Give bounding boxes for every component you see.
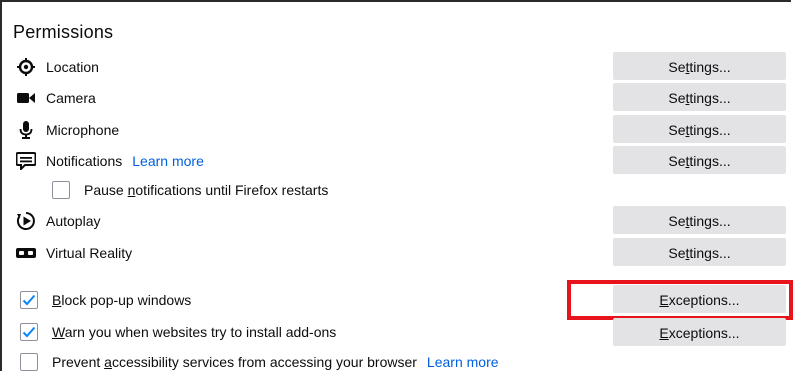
red-highlight-box	[567, 280, 793, 320]
pause-notifications-checkbox[interactable]	[52, 181, 70, 199]
permission-label-notifications: Notifications Learn more	[46, 153, 204, 169]
location-settings-button[interactable]: Settings...	[613, 52, 786, 80]
accessibility-learn-more-link[interactable]: Learn more	[427, 354, 499, 370]
section-title: Permissions	[13, 22, 114, 42]
microphone-settings-button[interactable]: Settings...	[613, 115, 786, 143]
block-popups-checkbox[interactable]	[20, 291, 38, 309]
warn-addons-label: Warn you when websites try to install ad…	[52, 324, 337, 340]
prevent-accessibility-checkbox[interactable]	[20, 353, 38, 371]
checkmark-icon	[22, 294, 36, 306]
checkmark-icon	[22, 326, 36, 338]
block-popups-label: Block pop-up windows	[52, 292, 192, 308]
notifications-learn-more-link[interactable]: Learn more	[132, 153, 204, 169]
addons-exceptions-button[interactable]: Exceptions...	[613, 318, 786, 346]
prevent-accessibility-label: Prevent accessibility services from acce…	[52, 354, 499, 370]
permission-label-camera: Camera	[46, 90, 96, 106]
notifications-settings-button[interactable]: Settings...	[613, 146, 786, 174]
microphone-icon	[16, 120, 36, 140]
location-target-icon	[16, 57, 36, 77]
autoplay-icon	[16, 211, 36, 231]
vr-headset-icon	[16, 243, 36, 263]
camera-icon	[16, 88, 36, 108]
camera-settings-button[interactable]: Settings...	[613, 83, 786, 111]
permission-label-location: Location	[46, 59, 99, 75]
pause-notifications-label: Pause notifications until Firefox restar…	[84, 182, 329, 198]
notification-chat-icon	[16, 151, 36, 171]
permission-label-microphone: Microphone	[46, 122, 120, 138]
permission-label-virtual-reality: Virtual Reality	[46, 245, 133, 261]
notifications-label-text: Notifications	[46, 153, 123, 169]
autoplay-settings-button[interactable]: Settings...	[613, 206, 786, 234]
virtual-reality-settings-button[interactable]: Settings...	[613, 238, 786, 266]
permission-label-autoplay: Autoplay	[46, 213, 101, 229]
warn-addons-checkbox[interactable]	[20, 323, 38, 341]
